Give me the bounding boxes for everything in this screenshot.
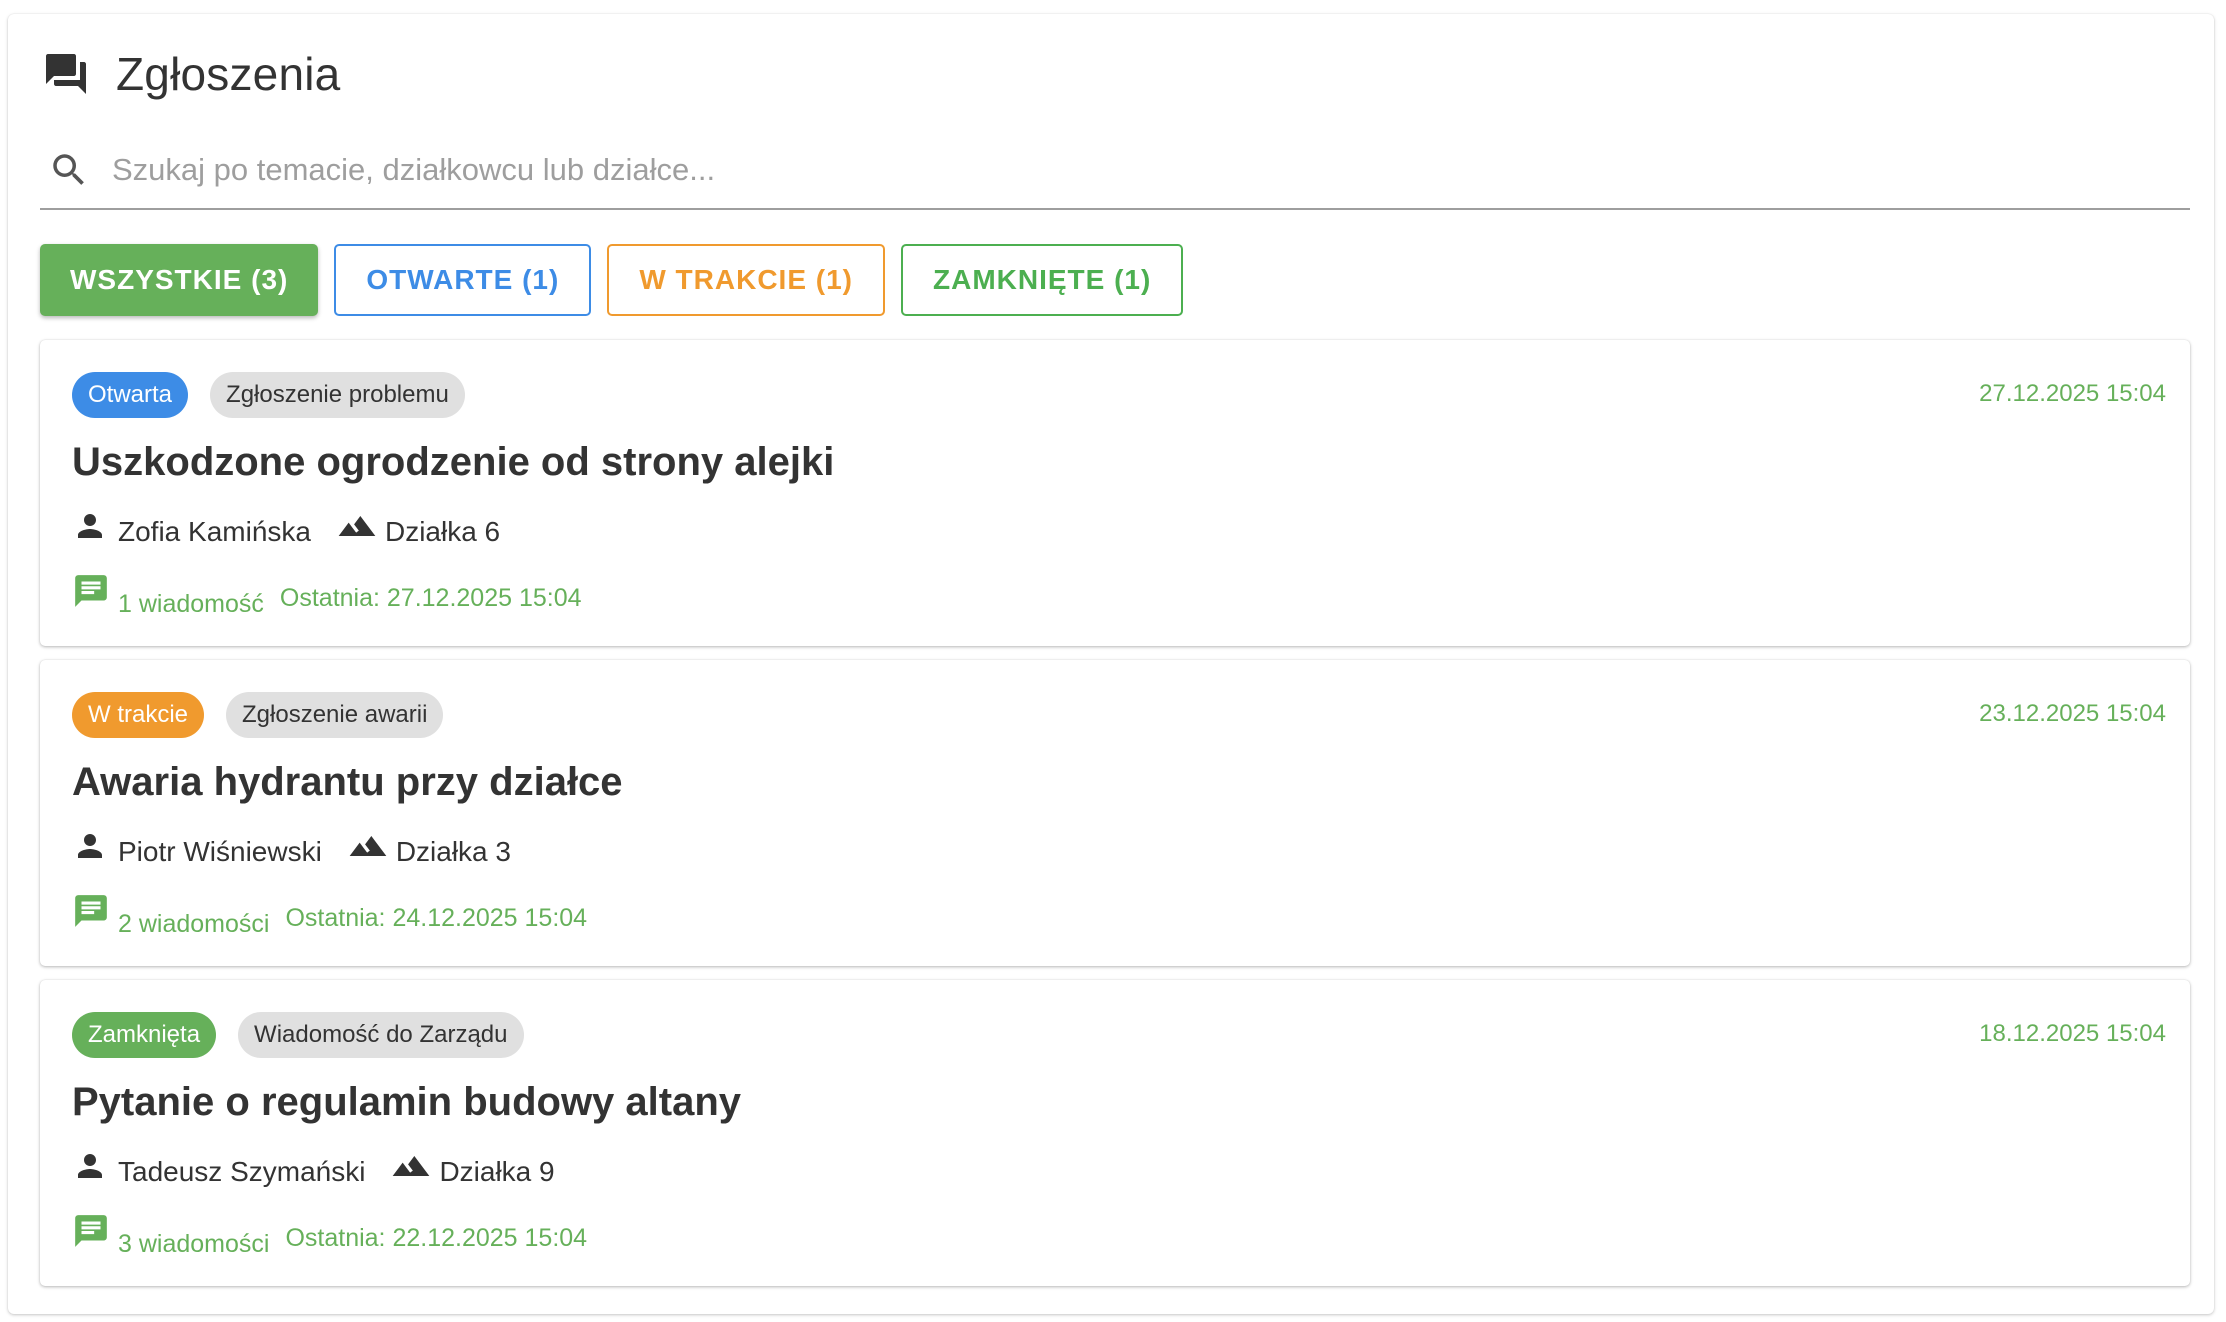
search-input[interactable] <box>110 151 2014 189</box>
last-message-date: Ostatnia: 27.12.2025 15:04 <box>279 584 582 612</box>
filter-all-button[interactable]: WSZYSTKIE (3) <box>40 244 319 316</box>
search-icon <box>53 154 84 185</box>
category-badge: Zgłoszenie problemu <box>210 372 465 418</box>
ticket-meta: Zofia Kamińska Działka 6 <box>72 512 500 552</box>
status-badge: Zamknięta <box>72 1012 217 1058</box>
forum-icon <box>46 54 86 94</box>
ticket-plot: Działka 9 <box>439 1156 555 1187</box>
page-title: Zgłoszenia <box>116 48 341 100</box>
status-badge: Otwarta <box>72 372 189 418</box>
status-filters: WSZYSTKIE (3) OTWARTE (1) W TRAKCIE (1) … <box>40 244 1184 316</box>
filter-closed-button[interactable]: ZAMKNIĘTE (1) <box>901 244 1184 316</box>
ticket-messages: 1 wiadomość Ostatnia: 27.12.2025 15:04 <box>72 572 582 619</box>
ticket-messages: 3 wiadomości Ostatnia: 22.12.2025 15:04 <box>72 1212 587 1259</box>
last-message-date: Ostatnia: 24.12.2025 15:04 <box>285 904 588 932</box>
ticket-meta: Tadeusz Szymański Działka 9 <box>72 1152 555 1192</box>
message-icon <box>75 1215 107 1247</box>
ticket-messages: 2 wiadomości Ostatnia: 24.12.2025 15:04 <box>72 892 587 939</box>
message-icon <box>75 575 107 607</box>
filter-open-button[interactable]: OTWARTE (1) <box>334 244 592 316</box>
ticket-title: Uszkodzone ogrodzenie od strony alejki <box>72 440 835 484</box>
category-badge: Zgłoszenie awarii <box>226 692 444 738</box>
page-header: Zgłoszenia <box>42 44 340 104</box>
ticket-date: 18.12.2025 15:04 <box>1979 1020 2166 1047</box>
ticket-card[interactable]: Zamknięta Wiadomość do Zarządu 18.12.202… <box>40 980 2190 1286</box>
ticket-card[interactable]: W trakcie Zgłoszenie awarii 23.12.2025 1… <box>40 660 2190 966</box>
ticket-card[interactable]: Otwarta Zgłoszenie problemu 27.12.2025 1… <box>40 340 2190 646</box>
ticket-plot: Działka 3 <box>395 836 511 867</box>
filter-in-progress-button[interactable]: W TRAKCIE (1) <box>607 244 885 316</box>
last-message-date: Ostatnia: 22.12.2025 15:04 <box>285 1224 588 1252</box>
terrain-icon <box>393 1156 430 1176</box>
status-badge: W trakcie <box>72 692 205 738</box>
ticket-title: Pytanie o regulamin budowy altany <box>72 1080 742 1124</box>
message-icon <box>75 895 107 927</box>
message-count: 3 wiadomości <box>118 1230 270 1258</box>
person-icon <box>78 1154 102 1178</box>
person-icon <box>78 514 102 538</box>
ticket-user: Piotr Wiśniewski <box>118 836 322 867</box>
person-icon <box>78 834 102 858</box>
terrain-icon <box>349 836 387 856</box>
search-bar <box>40 132 2190 210</box>
ticket-date: 27.12.2025 15:04 <box>1979 380 2166 407</box>
message-count: 1 wiadomość <box>118 590 264 618</box>
ticket-meta: Piotr Wiśniewski Działka 3 <box>72 832 511 872</box>
message-count: 2 wiadomości <box>118 910 270 938</box>
ticket-plot: Działka 6 <box>384 516 501 547</box>
category-badge: Wiadomość do Zarządu <box>238 1012 524 1058</box>
terrain-icon <box>338 516 376 536</box>
tickets-panel: Zgłoszenia WSZYSTKIE (3) OTWARTE (1) W T… <box>8 14 2214 1314</box>
ticket-user: Zofia Kamińska <box>118 516 311 547</box>
ticket-title: Awaria hydrantu przy działce <box>72 760 623 804</box>
ticket-date: 23.12.2025 15:04 <box>1979 700 2166 727</box>
ticket-user: Tadeusz Szymański <box>118 1156 366 1187</box>
